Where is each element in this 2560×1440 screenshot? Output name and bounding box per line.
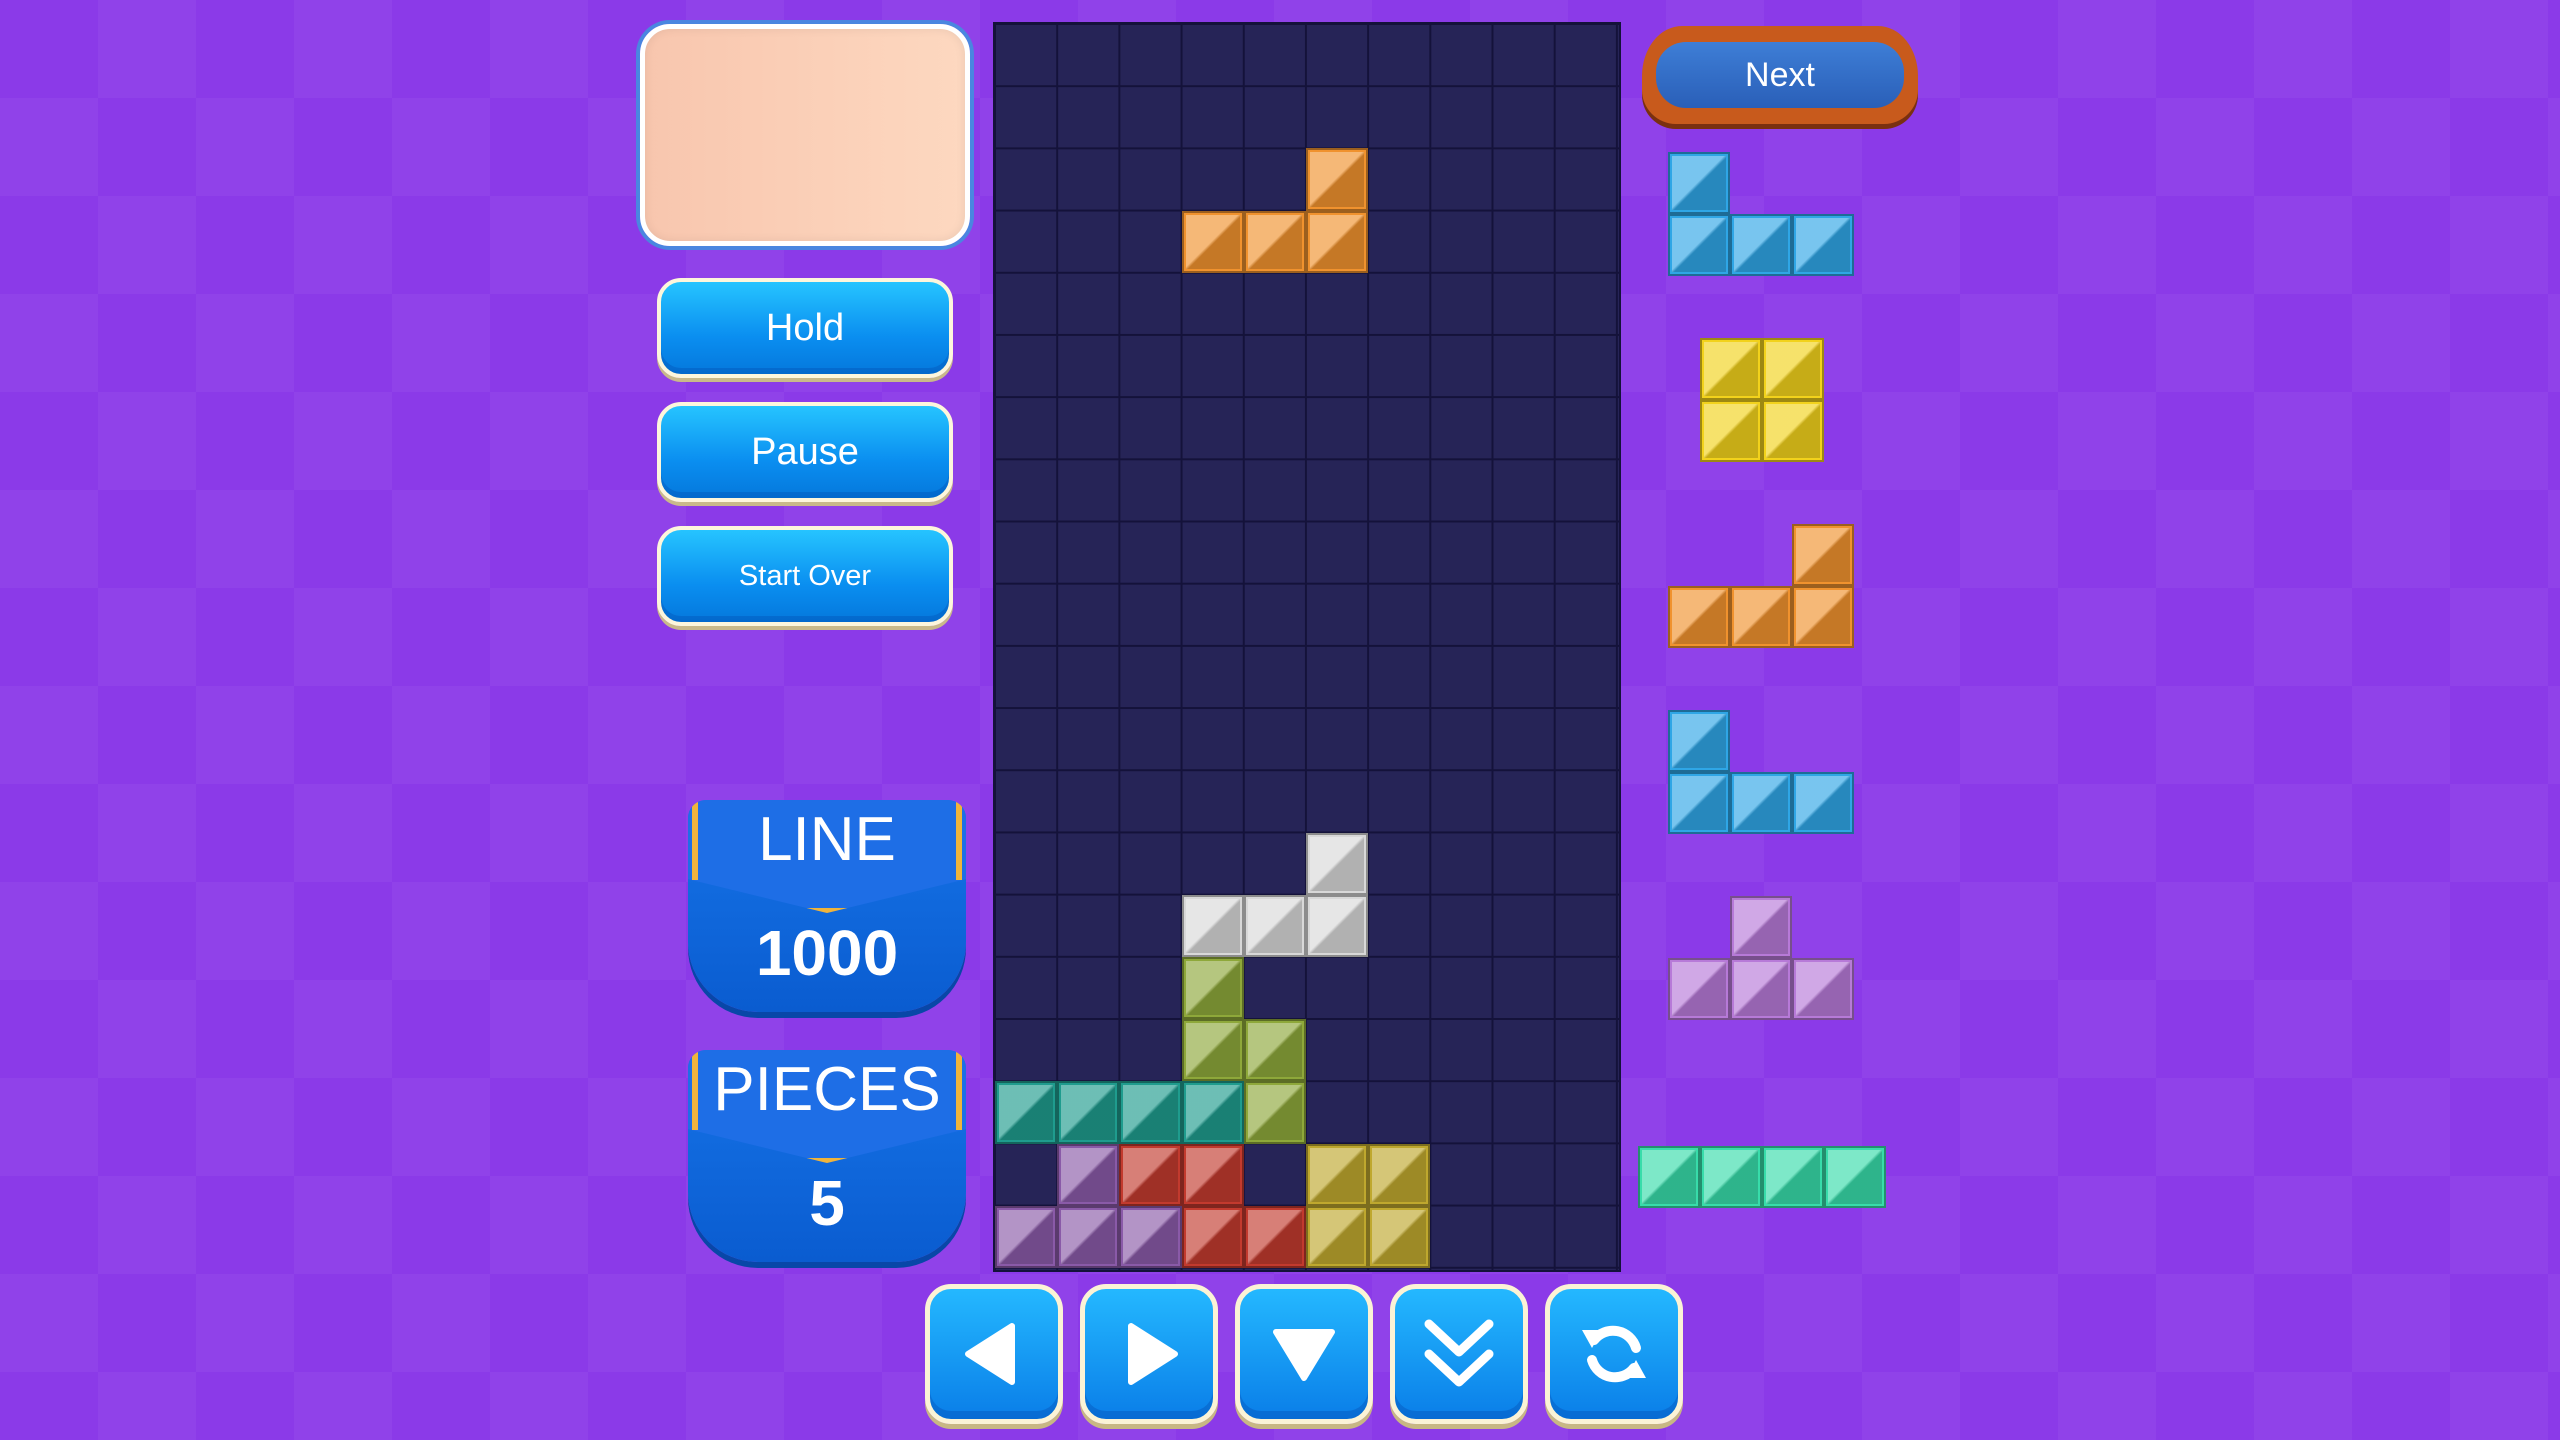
falling-piece-block xyxy=(1181,210,1244,273)
pieces-counter: PIECES 5 xyxy=(688,1050,966,1262)
arrow-down-icon xyxy=(1273,1329,1335,1381)
next-piece-block xyxy=(1762,338,1824,400)
falling-piece-block xyxy=(1306,210,1369,273)
settled-block xyxy=(1306,1143,1369,1206)
settled-block xyxy=(1368,1143,1431,1206)
next-piece-block xyxy=(1792,958,1854,1020)
double-chevron-down-icon xyxy=(1424,1319,1494,1387)
rotate-icon xyxy=(1582,1325,1646,1383)
game-board[interactable] xyxy=(993,22,1621,1272)
next-piece-block xyxy=(1730,772,1792,834)
settled-block xyxy=(1057,1143,1120,1206)
falling-piece-block xyxy=(1243,210,1306,273)
settled-block xyxy=(1181,957,1244,1020)
pieces-label: PIECES xyxy=(713,1055,941,1124)
next-piece-block xyxy=(1792,586,1854,648)
next-piece-block xyxy=(1824,1146,1886,1208)
next-piece-block xyxy=(1792,524,1854,586)
settled-block xyxy=(995,1081,1058,1144)
settled-block xyxy=(995,1205,1058,1268)
settled-block xyxy=(1306,894,1369,957)
settled-block xyxy=(1057,1205,1120,1268)
settled-block xyxy=(1181,1205,1244,1268)
settled-block xyxy=(1181,1081,1244,1144)
settled-block xyxy=(1368,1205,1431,1268)
line-counter: LINE 1000 xyxy=(688,800,966,1012)
settled-block xyxy=(1119,1205,1182,1268)
settled-block xyxy=(1119,1143,1182,1206)
next-piece-block xyxy=(1730,214,1792,276)
next-label: Next xyxy=(1656,42,1904,108)
settled-block xyxy=(1181,1143,1244,1206)
next-piece-block xyxy=(1730,896,1792,958)
line-label: LINE xyxy=(758,805,896,874)
move-right-button[interactable] xyxy=(1080,1284,1218,1424)
falling-piece-block xyxy=(1306,148,1369,211)
next-piece-block xyxy=(1700,338,1762,400)
rotate-button[interactable] xyxy=(1545,1284,1683,1424)
next-piece-block xyxy=(1668,958,1730,1020)
arrow-left-icon xyxy=(965,1323,1015,1385)
next-piece-block xyxy=(1792,214,1854,276)
next-piece-block xyxy=(1668,214,1730,276)
next-piece-block xyxy=(1638,1146,1700,1208)
settled-block xyxy=(1243,894,1306,957)
next-piece-block xyxy=(1700,1146,1762,1208)
next-piece-block xyxy=(1668,152,1730,214)
next-piece-block xyxy=(1762,1146,1824,1208)
next-piece-block xyxy=(1668,710,1730,772)
arrow-right-icon xyxy=(1128,1323,1178,1385)
pause-button[interactable]: Pause xyxy=(657,402,953,502)
hold-button[interactable]: Hold xyxy=(657,278,953,378)
move-left-button[interactable] xyxy=(925,1284,1063,1424)
next-piece-block xyxy=(1730,586,1792,648)
next-piece-block xyxy=(1700,400,1762,462)
settled-block xyxy=(1306,1205,1369,1268)
settled-block xyxy=(1243,1081,1306,1144)
start-over-button[interactable]: Start Over xyxy=(657,526,953,626)
next-banner: Next xyxy=(1642,26,1918,124)
pieces-value: 5 xyxy=(809,1167,845,1239)
settled-block xyxy=(1306,832,1369,895)
next-piece-block xyxy=(1668,772,1730,834)
settled-block xyxy=(1243,1205,1306,1268)
settled-block xyxy=(1243,1019,1306,1082)
settled-block xyxy=(1057,1081,1120,1144)
soft-drop-button[interactable] xyxy=(1235,1284,1373,1424)
hold-piece-box xyxy=(640,24,970,246)
settled-block xyxy=(1181,1019,1244,1082)
hard-drop-button[interactable] xyxy=(1390,1284,1528,1424)
next-piece-block xyxy=(1762,400,1824,462)
line-value: 1000 xyxy=(755,917,899,989)
next-piece-block xyxy=(1792,772,1854,834)
settled-block xyxy=(1119,1081,1182,1144)
settled-block xyxy=(1181,894,1244,957)
next-piece-block xyxy=(1730,958,1792,1020)
next-piece-block xyxy=(1668,586,1730,648)
